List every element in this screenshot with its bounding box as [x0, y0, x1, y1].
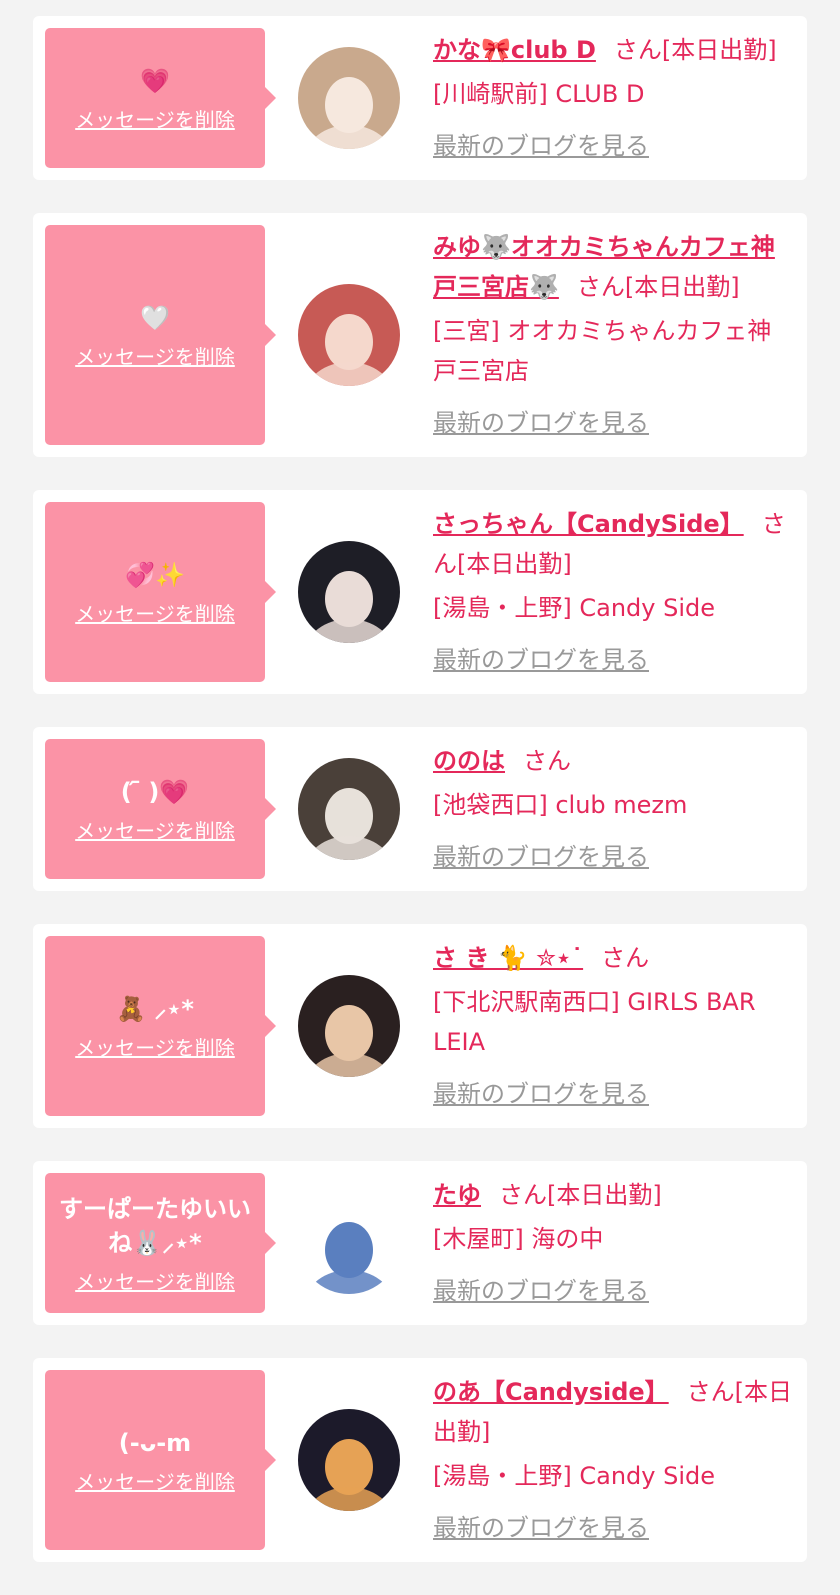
- cast-info: かな🎀club D さん[本日出勤] [川崎駅前] CLUB D 最新のブログを見る: [433, 16, 807, 180]
- latest-blog-link[interactable]: 最新のブログを見る: [433, 837, 793, 877]
- message-text: すーぱーたゆいいね🐰⸝⋆*: [59, 1194, 251, 1257]
- cast-name-line: のあ【Candyside】 さん[本日出勤]: [433, 1372, 793, 1452]
- cast-name-line: さ き 🐈 ✮⋆˙ さん: [433, 938, 793, 978]
- shop-name: [川崎駅前] CLUB D: [433, 80, 645, 108]
- cast-name-link[interactable]: たゆ: [433, 1181, 481, 1209]
- latest-blog-link[interactable]: 最新のブログを見る: [433, 1271, 793, 1311]
- cast-info: みゆ🐺オオカミちゃんカフェ神戸三宮店🐺 さん[本日出勤] [三宮] オオカミちゃんカ…: [433, 213, 807, 457]
- cast-name-link[interactable]: のあ【Candyside】: [433, 1378, 669, 1406]
- message-text: 💞✨: [125, 560, 185, 589]
- cast-name-line: ののは さん: [433, 741, 793, 781]
- avatar[interactable]: [298, 47, 400, 149]
- message-card: 🧸 ⸝⋆* メッセージを削除 さ き 🐈 ✮⋆˙ さん [下北沢駅南西口] GIRLS …: [33, 924, 807, 1128]
- avatar-image: [298, 758, 400, 860]
- cast-name-line: たゆ さん[本日出勤]: [433, 1175, 793, 1215]
- cast-name-link[interactable]: さ き 🐈 ✮⋆˙: [433, 944, 583, 972]
- cast-status: さん[本日出勤]: [499, 1181, 662, 1209]
- cast-name-link[interactable]: かな🎀club D: [433, 36, 596, 64]
- delete-message-button[interactable]: メッセージを削除: [75, 1466, 235, 1495]
- message-bubble: (-ᴗ-ⅿ メッセージを削除: [45, 1370, 276, 1550]
- message-card: 🤍 メッセージを削除 みゆ🐺オオカミちゃんカフェ神戸三宮店🐺 さん[本日出勤] [三宮]…: [33, 213, 807, 457]
- shop-name: [湯島・上野] Candy Side: [433, 594, 715, 622]
- avatar[interactable]: [298, 1409, 400, 1511]
- avatar-image: [298, 1409, 400, 1511]
- delete-message-button[interactable]: メッセージを削除: [75, 1266, 235, 1295]
- message-bubble: すーぱーたゆいいね🐰⸝⋆* メッセージを削除: [45, 1173, 276, 1313]
- avatar[interactable]: [298, 1192, 400, 1294]
- avatar[interactable]: [298, 284, 400, 386]
- cast-name-link[interactable]: ののは: [433, 747, 505, 775]
- cast-status: さん: [601, 944, 650, 972]
- message-card: (-ᴗ-ⅿ メッセージを削除 のあ【Candyside】 さん[本日出勤] [湯島・上野…: [33, 1358, 807, 1562]
- message-text: 🧸 ⸝⋆*: [116, 994, 194, 1023]
- shop-name: [三宮] オオカミちゃんカフェ神戸三宮店: [433, 317, 772, 385]
- avatar[interactable]: [298, 975, 400, 1077]
- cast-info: さ き 🐈 ✮⋆˙ さん [下北沢駅南西口] GIRLS BAR LEIA 最新のブロ…: [433, 924, 807, 1128]
- avatar-image: [298, 284, 400, 386]
- message-card: ( ᷇ )💗 メッセージを削除 ののは さん [池袋西口] club mezm 最新のブロ…: [33, 727, 807, 891]
- favorites-message-list: 💗 メッセージを削除 かな🎀club D さん[本日出勤] [川崎駅前] CLUB D 最…: [33, 16, 807, 1595]
- cast-name-line: さっちゃん【CandySide】 さん[本日出勤]: [433, 504, 793, 584]
- avatar-image: [298, 975, 400, 1077]
- cast-info: のあ【Candyside】 さん[本日出勤] [湯島・上野] Candy Side 最…: [433, 1358, 807, 1562]
- cast-status: さん[本日出勤]: [576, 273, 740, 301]
- message-card: すーぱーたゆいいね🐰⸝⋆* メッセージを削除 たゆ さん[本日出勤] [木屋町] 海の中…: [33, 1161, 807, 1325]
- message-text: (-ᴗ-ⅿ: [118, 1428, 192, 1457]
- latest-blog-link[interactable]: 最新のブログを見る: [433, 1074, 793, 1114]
- latest-blog-link[interactable]: 最新のブログを見る: [433, 403, 793, 443]
- cast-status: さん[本日出勤]: [613, 36, 777, 64]
- avatar[interactable]: [298, 758, 400, 860]
- cast-name-line: かな🎀club D さん[本日出勤]: [433, 30, 793, 70]
- avatar-image: [298, 1192, 400, 1294]
- message-bubble: 🤍 メッセージを削除: [45, 225, 276, 445]
- cast-status: さん: [523, 747, 571, 775]
- shop-name: [湯島・上野] Candy Side: [433, 1462, 715, 1490]
- latest-blog-link[interactable]: 最新のブログを見る: [433, 126, 793, 166]
- message-text: 🤍: [140, 303, 170, 332]
- message-bubble: 💗 メッセージを削除: [45, 28, 276, 168]
- delete-message-button[interactable]: メッセージを削除: [75, 104, 235, 133]
- message-bubble: ( ᷇ )💗 メッセージを削除: [45, 739, 276, 879]
- avatar-image: [298, 541, 400, 643]
- cast-info: たゆ さん[本日出勤] [木屋町] 海の中最新のブログを見る: [433, 1161, 807, 1325]
- shop-name: [池袋西口] club mezm: [433, 791, 688, 819]
- message-bubble: 🧸 ⸝⋆* メッセージを削除: [45, 936, 276, 1116]
- cast-info: ののは さん [池袋西口] club mezm 最新のブログを見る: [433, 727, 807, 891]
- cast-info: さっちゃん【CandySide】 さん[本日出勤] [湯島・上野] Candy Si…: [433, 490, 807, 694]
- avatar[interactable]: [298, 541, 400, 643]
- shop-name: [木屋町] 海の中: [433, 1225, 604, 1253]
- message-card: 💗 メッセージを削除 かな🎀club D さん[本日出勤] [川崎駅前] CLUB D 最…: [33, 16, 807, 180]
- delete-message-button[interactable]: メッセージを削除: [75, 815, 235, 844]
- delete-message-button[interactable]: メッセージを削除: [75, 1032, 235, 1061]
- shop-name: [下北沢駅南西口] GIRLS BAR LEIA: [433, 988, 756, 1056]
- message-text: ( ᷇ )💗: [120, 777, 190, 806]
- latest-blog-link[interactable]: 最新のブログを見る: [433, 1508, 793, 1548]
- delete-message-button[interactable]: メッセージを削除: [75, 598, 235, 627]
- avatar-image: [298, 47, 400, 149]
- delete-message-button[interactable]: メッセージを削除: [75, 341, 235, 370]
- message-text: 💗: [140, 66, 170, 95]
- latest-blog-link[interactable]: 最新のブログを見る: [433, 640, 793, 680]
- message-bubble: 💞✨ メッセージを削除: [45, 502, 276, 682]
- message-card: 💞✨ メッセージを削除 さっちゃん【CandySide】 さん[本日出勤] [湯島・上野…: [33, 490, 807, 694]
- cast-name-line: みゆ🐺オオカミちゃんカフェ神戸三宮店🐺 さん[本日出勤]: [433, 227, 793, 307]
- cast-name-link[interactable]: さっちゃん【CandySide】: [433, 510, 744, 538]
